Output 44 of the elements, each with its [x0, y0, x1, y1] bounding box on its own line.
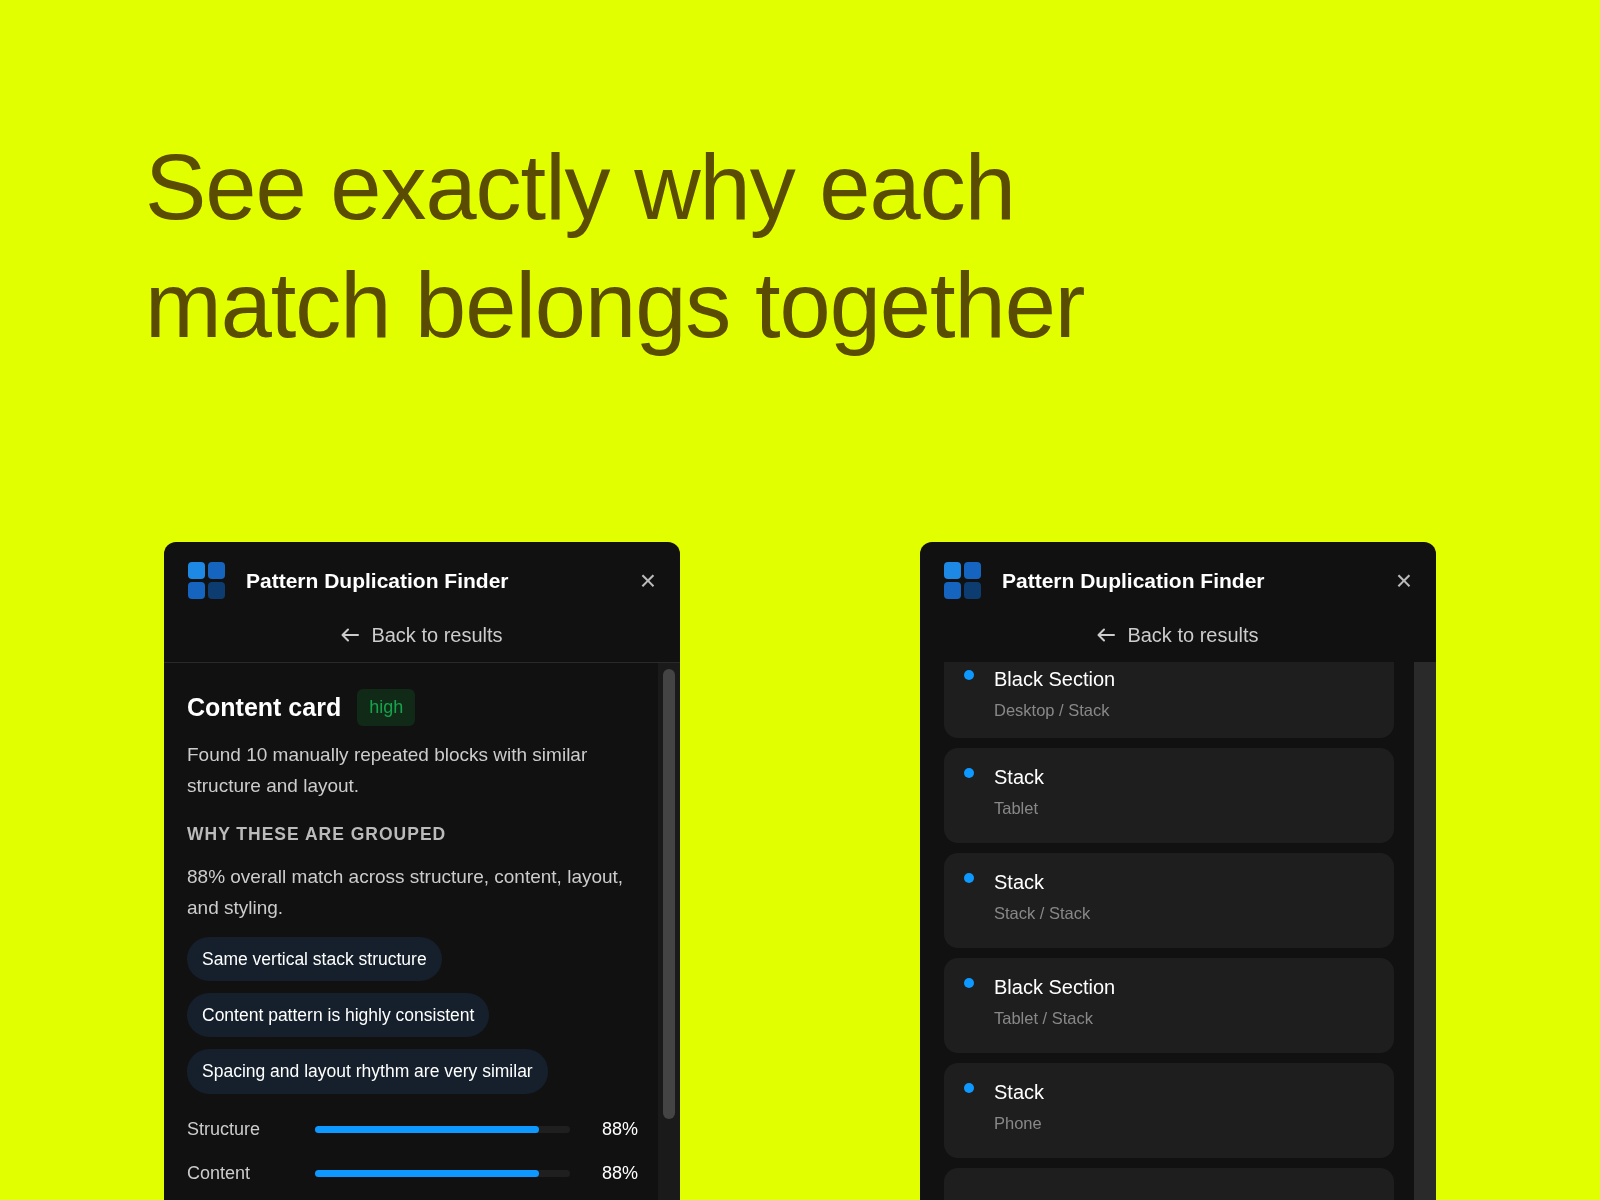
close-button[interactable]: × — [1393, 567, 1414, 595]
layer-card[interactable]: Stack Tablet — [944, 748, 1394, 843]
layer-card[interactable]: Black Section Desktop / Stack — [944, 662, 1394, 738]
summary-text: 88% overall match across structure, content, layout, and styling. — [187, 864, 625, 920]
status-dot — [964, 978, 974, 988]
back-arrow-icon — [341, 628, 360, 642]
status-dot — [964, 768, 974, 778]
layer-card[interactable]: Stack Phone — [944, 1063, 1394, 1158]
confidence-badge: high — [357, 689, 416, 727]
app-logo-icon — [188, 562, 226, 600]
panel-title: Pattern Duplication Finder — [246, 568, 510, 595]
section-heading: WHY THESE ARE GROUPED — [187, 822, 448, 846]
pattern-title: Content card — [187, 692, 342, 723]
metric-value: 88% — [601, 1118, 638, 1141]
back-arrow-icon — [1097, 628, 1116, 642]
app-logo-icon — [944, 562, 982, 600]
status-dot — [964, 873, 974, 883]
metric-label: Structure — [187, 1118, 262, 1141]
headline: See exactly why each match belongs together — [145, 135, 1086, 358]
scrollbar-thumb[interactable] — [663, 669, 675, 1119]
layer-path: Phone — [994, 1113, 1043, 1134]
status-dot — [964, 670, 974, 680]
layer-name: Stack — [994, 870, 1046, 895]
back-link[interactable]: Back to results — [341, 610, 503, 662]
layer-card[interactable]: Black Section Tablet / Stack — [944, 958, 1394, 1053]
metric-label: Content — [187, 1162, 252, 1185]
reason-chip: Content pattern is highly consistent — [187, 993, 490, 1038]
status-dot — [964, 1083, 974, 1093]
layer-card[interactable]: Stack Stack / Stack — [944, 853, 1394, 948]
metric-value: 88% — [601, 1162, 638, 1185]
close-button[interactable]: × — [637, 567, 658, 595]
description-text: Found 10 manually repeated blocks with similar structure and layout. — [187, 742, 589, 798]
layer-name: Black Section — [994, 975, 1116, 1000]
layer-path: Desktop / Stack — [994, 700, 1111, 721]
layer-path: Stack / Stack — [994, 903, 1091, 924]
layer-name: Stack — [994, 1080, 1045, 1105]
reason-chip: Same vertical stack structure — [187, 936, 442, 981]
layer-path: Tablet — [994, 798, 1040, 819]
layer-name: Black Section — [994, 667, 1116, 692]
panel-title: Pattern Duplication Finder — [1002, 568, 1266, 595]
reason-chip: Spacing and layout rhythm are very similar — [187, 1049, 548, 1094]
layer-path: Tablet / Stack — [994, 1008, 1095, 1029]
back-link[interactable]: Back to results — [1097, 610, 1259, 662]
layer-name: Stack — [994, 765, 1045, 790]
